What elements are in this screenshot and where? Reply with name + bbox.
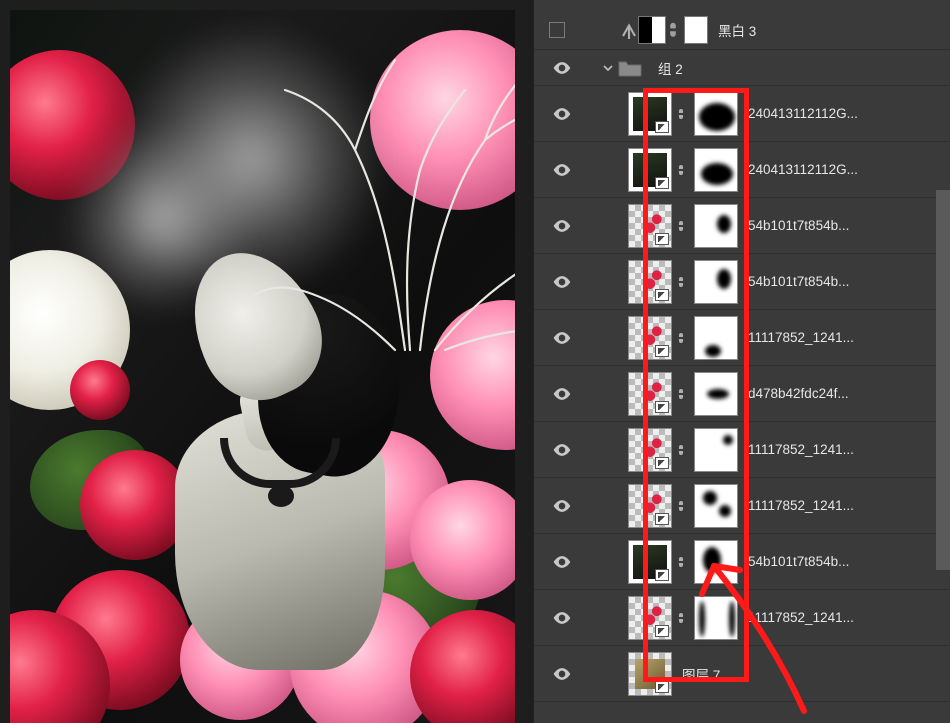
link-icon[interactable] bbox=[674, 387, 688, 401]
folder-icon bbox=[618, 59, 642, 77]
eye-icon[interactable] bbox=[551, 215, 573, 237]
layer-thumbnail[interactable] bbox=[628, 652, 672, 696]
layer-row-group[interactable]: 组 2 bbox=[534, 50, 950, 86]
document-viewport[interactable] bbox=[0, 0, 533, 723]
layer-thumbnail[interactable] bbox=[628, 260, 672, 304]
visibility-checkbox[interactable] bbox=[549, 22, 565, 38]
chevron-down-icon[interactable] bbox=[602, 62, 614, 74]
layer-row[interactable]: 54b101t7t854b... bbox=[534, 198, 950, 254]
layer-mask-thumbnail[interactable] bbox=[694, 204, 738, 248]
smart-object-badge bbox=[655, 121, 669, 133]
figure bbox=[165, 260, 395, 690]
eye-icon[interactable] bbox=[551, 551, 573, 573]
layer-mask-thumbnail[interactable] bbox=[694, 540, 738, 584]
smart-object-badge bbox=[655, 513, 669, 525]
layer-mask-thumbnail[interactable] bbox=[694, 596, 738, 640]
layer-thumbnail[interactable] bbox=[628, 92, 672, 136]
group-name[interactable]: 组 2 bbox=[658, 58, 683, 78]
layer-name[interactable]: 黑白 3 bbox=[718, 20, 756, 40]
layer-name[interactable]: 图层 7 bbox=[682, 664, 720, 684]
link-icon[interactable] bbox=[674, 275, 688, 289]
eye-icon[interactable] bbox=[551, 607, 573, 629]
canvas[interactable] bbox=[10, 10, 515, 723]
layer-mask-thumbnail[interactable] bbox=[694, 428, 738, 472]
eye-icon[interactable] bbox=[551, 271, 573, 293]
layer-thumbnail[interactable] bbox=[628, 316, 672, 360]
smart-object-badge bbox=[655, 345, 669, 357]
layer-name[interactable]: 240413112112G... bbox=[748, 162, 858, 177]
layers-list[interactable]: 黑白 3 组 2 bbox=[534, 0, 950, 702]
layer-name[interactable]: 54b101t7t854b... bbox=[748, 274, 849, 289]
layer-row[interactable]: d478b42fdc24f... bbox=[534, 366, 950, 422]
layer-row[interactable]: 54b101t7t854b... bbox=[534, 534, 950, 590]
clip-arrow-icon bbox=[620, 21, 638, 39]
layer-row-adjustment[interactable]: 黑白 3 bbox=[534, 10, 950, 50]
smart-object-badge bbox=[655, 457, 669, 469]
layer-name[interactable]: 240413112112G... bbox=[748, 106, 858, 121]
layer-name[interactable]: 11117852_1241... bbox=[748, 498, 854, 513]
link-icon[interactable] bbox=[674, 499, 688, 513]
layer-mask-thumbnail[interactable] bbox=[694, 484, 738, 528]
layer-mask-thumbnail[interactable] bbox=[694, 316, 738, 360]
smart-object-badge bbox=[655, 177, 669, 189]
link-icon[interactable] bbox=[674, 107, 688, 121]
layer-thumbnail[interactable] bbox=[628, 148, 672, 192]
layer-name[interactable]: 11117852_1241... bbox=[748, 442, 854, 457]
smart-object-badge bbox=[655, 401, 669, 413]
branches bbox=[245, 30, 515, 470]
smart-object-badge bbox=[655, 681, 669, 693]
layer-thumbnail[interactable] bbox=[628, 596, 672, 640]
adjustment-thumbnail[interactable] bbox=[638, 16, 666, 44]
layer-row[interactable]: 240413112112G... bbox=[534, 142, 950, 198]
layer-row[interactable]: 11117852_1241... bbox=[534, 422, 950, 478]
link-icon[interactable] bbox=[674, 163, 688, 177]
eye-icon[interactable] bbox=[551, 57, 573, 79]
eye-icon[interactable] bbox=[551, 159, 573, 181]
layer-row[interactable]: 图层 7 bbox=[534, 646, 950, 702]
smart-object-badge bbox=[655, 625, 669, 637]
smart-object-badge bbox=[655, 233, 669, 245]
eye-icon[interactable] bbox=[551, 439, 573, 461]
layer-thumbnail[interactable] bbox=[628, 204, 672, 248]
layer-mask-thumbnail[interactable] bbox=[694, 148, 738, 192]
layer-mask-thumbnail[interactable] bbox=[694, 92, 738, 136]
layer-row[interactable]: 11117852_1241... bbox=[534, 590, 950, 646]
app-root: 黑白 3 组 2 bbox=[0, 0, 950, 723]
flower-red bbox=[70, 360, 130, 420]
link-icon[interactable] bbox=[674, 219, 688, 233]
layer-name[interactable]: 11117852_1241... bbox=[748, 610, 854, 625]
layer-thumbnail[interactable] bbox=[628, 372, 672, 416]
layer-name[interactable]: 54b101t7t854b... bbox=[748, 554, 849, 569]
layer-thumbnail[interactable] bbox=[628, 484, 672, 528]
scrollbar[interactable] bbox=[936, 190, 950, 570]
link-icon[interactable] bbox=[674, 331, 688, 345]
layer-name[interactable]: 54b101t7t854b... bbox=[748, 218, 849, 233]
layer-name[interactable]: 11117852_1241... bbox=[748, 330, 854, 345]
layers-panel: 黑白 3 组 2 bbox=[533, 0, 950, 723]
link-icon[interactable] bbox=[666, 20, 680, 40]
eye-icon[interactable] bbox=[551, 495, 573, 517]
layer-thumbnail[interactable] bbox=[628, 540, 672, 584]
layer-mask-thumbnail[interactable] bbox=[684, 16, 708, 44]
link-icon[interactable] bbox=[674, 443, 688, 457]
eye-icon[interactable] bbox=[551, 327, 573, 349]
link-icon[interactable] bbox=[674, 611, 688, 625]
layer-mask-thumbnail[interactable] bbox=[694, 372, 738, 416]
link-icon[interactable] bbox=[674, 555, 688, 569]
layer-thumbnail[interactable] bbox=[628, 428, 672, 472]
layer-row[interactable]: 11117852_1241... bbox=[534, 310, 950, 366]
eye-icon[interactable] bbox=[551, 383, 573, 405]
smart-object-badge bbox=[655, 289, 669, 301]
smart-object-badge bbox=[655, 569, 669, 581]
layer-name[interactable]: d478b42fdc24f... bbox=[748, 386, 849, 401]
layer-row[interactable]: 54b101t7t854b... bbox=[534, 254, 950, 310]
eye-icon[interactable] bbox=[551, 103, 573, 125]
layer-row[interactable]: 11117852_1241... bbox=[534, 478, 950, 534]
layer-mask-thumbnail[interactable] bbox=[694, 260, 738, 304]
eye-icon[interactable] bbox=[551, 663, 573, 685]
layer-row[interactable]: 240413112112G... bbox=[534, 86, 950, 142]
